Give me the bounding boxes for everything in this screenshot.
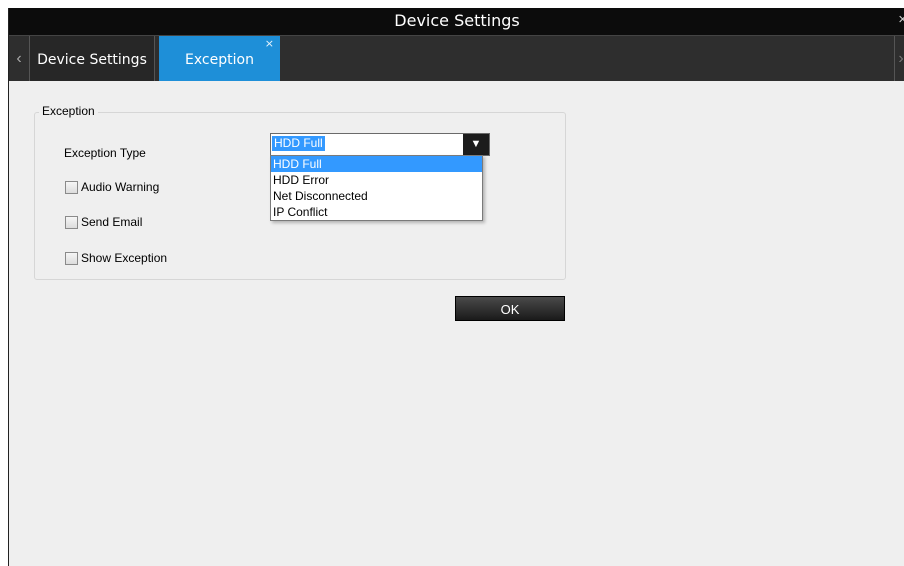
exception-type-select[interactable]: HDD Full ▼ [270,133,490,156]
group-legend: Exception [39,104,98,118]
select-value: HDD Full [272,136,325,151]
tab-scroll-right-icon[interactable]: › [894,36,904,82]
show-exception-label: Show Exception [81,251,168,265]
content-area: Exception Exception Type HDD Full ▼ HDD … [9,81,904,566]
tab-bar: ‹ Device Settings Exception × › [9,35,904,82]
tab-label: Device Settings [37,52,147,68]
chevron-down-icon[interactable]: ▼ [463,134,489,155]
titlebar: Device Settings × [9,8,904,35]
window-title: Device Settings [394,11,520,30]
device-settings-window: Device Settings × ‹ Device Settings Exce… [8,8,904,566]
tab-close-icon[interactable]: × [265,21,274,67]
tab-label: Exception [185,52,254,68]
send-email-label: Send Email [81,215,143,229]
dropdown-option[interactable]: HDD Full [271,156,482,172]
show-exception-checkbox[interactable] [65,252,78,265]
ok-button[interactable]: OK [455,296,565,321]
dropdown-option[interactable]: HDD Error [271,172,482,188]
tab-scroll-left-icon[interactable]: ‹ [9,36,30,82]
top-strip [0,0,904,8]
exception-type-dropdown: HDD Full HDD Error Net Disconnected IP C… [270,155,483,221]
audio-warning-checkbox[interactable] [65,181,78,194]
dropdown-option[interactable]: IP Conflict [271,204,482,220]
dropdown-option[interactable]: Net Disconnected [271,188,482,204]
exception-type-label: Exception Type [64,146,146,160]
close-icon[interactable]: × [898,11,904,28]
send-email-checkbox[interactable] [65,216,78,229]
tab-device-settings[interactable]: Device Settings [30,36,155,82]
audio-warning-label: Audio Warning [81,180,160,194]
tab-exception[interactable]: Exception × [159,36,280,82]
